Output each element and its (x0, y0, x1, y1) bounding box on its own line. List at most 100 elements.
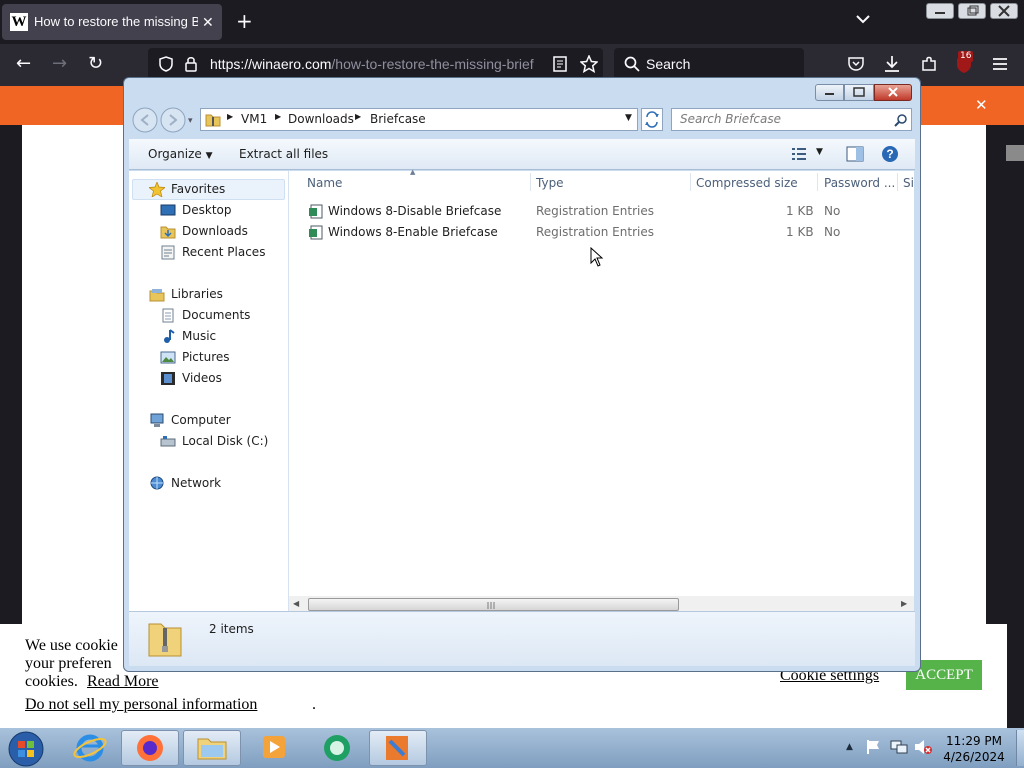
close-window-button[interactable] (990, 3, 1018, 19)
taskbar-internet-explorer[interactable] (61, 730, 119, 766)
reader-view-icon[interactable] (553, 56, 567, 72)
extensions-puzzle-icon[interactable] (920, 55, 938, 73)
url-path: /how-to-restore-the-missing-brief (331, 56, 534, 72)
view-options-icon[interactable] (791, 147, 807, 161)
breadcrumb-arrow-icon[interactable]: ▶ (275, 112, 281, 121)
breadcrumb-vm1[interactable]: VM1 (241, 112, 267, 126)
breadcrumb-downloads[interactable]: Downloads (288, 112, 354, 126)
organize-button[interactable]: Organize ▼ (148, 147, 213, 161)
zip-folder-icon (205, 112, 221, 127)
column-header-size[interactable]: Si (903, 176, 914, 190)
taskbar: ▲ (0, 728, 1024, 768)
address-dropdown-icon[interactable]: ▼ (625, 113, 632, 123)
cookie-text-line-1: We use cookie (25, 637, 118, 654)
column-divider[interactable] (817, 173, 818, 191)
winaero-favicon-icon: W (10, 13, 28, 31)
explorer-maximize-button[interactable] (844, 84, 874, 101)
taskbar-windows-explorer[interactable] (183, 730, 241, 766)
desktop-icon (160, 203, 176, 218)
file-name: Windows 8-Disable Briefcase (328, 204, 502, 218)
column-header-type[interactable]: Type (536, 176, 564, 190)
refresh-button[interactable] (641, 108, 663, 131)
search-briefcase-placeholder: Search Briefcase (680, 112, 781, 126)
file-type: Registration Entries (536, 204, 654, 218)
file-row[interactable]: Windows 8-Enable Briefcase Registration … (306, 222, 906, 243)
file-compressed-size: 1 KB (786, 204, 814, 218)
preview-pane-icon[interactable] (846, 146, 864, 162)
horizontal-scrollbar[interactable]: ◀ ▶ (289, 596, 914, 612)
network-tray-icon[interactable] (890, 739, 908, 755)
explorer-back-icon[interactable] (132, 107, 158, 133)
downloads-icon[interactable] (884, 55, 900, 73)
extension-badge: 16 (958, 51, 974, 62)
computer-icon (149, 413, 165, 428)
recent-pages-chevron-icon[interactable]: ▾ (188, 116, 193, 126)
show-desktop-button[interactable] (1016, 730, 1024, 766)
mouse-cursor-icon (590, 247, 604, 267)
view-dropdown-icon[interactable]: ▼ (816, 147, 823, 157)
taskbar-remote-desktop[interactable] (307, 730, 365, 766)
sort-ascending-icon: ▲ (410, 168, 416, 176)
bookmark-star-icon[interactable] (580, 55, 598, 73)
lock-icon[interactable] (184, 56, 198, 72)
column-header-name[interactable]: Name (307, 176, 342, 190)
music-icon (160, 329, 176, 344)
explorer-minimize-button[interactable] (815, 84, 844, 101)
address-bar[interactable]: ▶ VM1 ▶ Downloads ▶ Briefcase ▼ (200, 108, 638, 131)
new-tab-button[interactable]: + (236, 11, 253, 31)
browser-search-placeholder: Search (646, 56, 691, 72)
list-tabs-chevron-icon[interactable] (856, 14, 870, 24)
file-password: No (824, 225, 841, 239)
reload-icon[interactable]: ↻ (88, 54, 103, 74)
explorer-forward-icon[interactable] (160, 107, 186, 133)
minimize-button[interactable] (926, 3, 954, 19)
explorer-close-button[interactable] (874, 84, 912, 101)
help-icon[interactable]: ? (881, 145, 899, 163)
start-button-icon[interactable] (7, 730, 45, 768)
browser-tab[interactable]: W How to restore the missing Brief ✕ (2, 4, 222, 40)
show-hidden-icons-icon[interactable]: ▲ (846, 742, 853, 752)
back-arrow-icon[interactable]: ← (16, 54, 31, 74)
hamburger-menu-icon[interactable] (992, 57, 1008, 71)
search-briefcase-field[interactable]: Search Briefcase (671, 108, 912, 131)
page-scrollbar-thumb[interactable] (1006, 145, 1024, 161)
svg-text:?: ? (886, 147, 893, 161)
url-bar[interactable]: https://winaero.com/how-to-restore-the-m… (148, 48, 603, 80)
do-not-sell-link[interactable]: Do not sell my personal information (25, 696, 257, 714)
taskbar-media-player[interactable] (245, 730, 303, 766)
browser-tab-bar: W How to restore the missing Brief ✕ + (0, 0, 1024, 44)
column-header-password[interactable]: Password ... (824, 176, 895, 190)
taskbar-firefox[interactable] (121, 730, 179, 766)
url-host: https://winaero.com (210, 56, 332, 72)
cookie-text-line-3: cookies. (25, 673, 78, 690)
system-clock[interactable]: 11:29 PM 4/26/2024 (938, 733, 1010, 765)
tracking-shield-icon[interactable] (158, 56, 174, 72)
scroll-right-icon[interactable]: ▶ (901, 599, 907, 608)
close-header-icon[interactable]: ✕ (975, 96, 988, 114)
column-header-compressed-size[interactable]: Compressed size (696, 176, 798, 190)
command-bar: Organize ▼ Extract all files ▼ ? (129, 139, 915, 170)
action-center-flag-icon[interactable] (866, 739, 882, 755)
read-more-link[interactable]: Read More (87, 673, 159, 691)
close-tab-icon[interactable]: ✕ (202, 14, 214, 31)
restore-button[interactable] (958, 3, 986, 19)
column-divider[interactable] (530, 173, 531, 191)
pocket-icon[interactable] (848, 56, 864, 72)
registry-file-icon (308, 204, 324, 219)
breadcrumb-briefcase[interactable]: Briefcase (370, 112, 426, 126)
scrollbar-thumb[interactable] (308, 598, 679, 611)
file-row[interactable]: Windows 8-Disable Briefcase Registration… (306, 201, 906, 222)
browser-tab-title: How to restore the missing Brief (34, 14, 198, 29)
breadcrumb-arrow-icon[interactable]: ▶ (355, 112, 361, 121)
forward-arrow-icon[interactable]: → (52, 54, 67, 74)
breadcrumb-arrow-icon[interactable]: ▶ (227, 112, 233, 121)
taskbar-paint[interactable] (369, 730, 427, 766)
column-divider[interactable] (690, 173, 691, 191)
column-divider[interactable] (897, 173, 898, 191)
browser-search-box[interactable]: Search (614, 48, 804, 80)
scroll-left-icon[interactable]: ◀ (293, 599, 299, 608)
volume-muted-icon[interactable] (914, 739, 932, 755)
extract-all-files-button[interactable]: Extract all files (239, 147, 328, 161)
search-icon[interactable] (894, 113, 908, 127)
cookie-text-line-2: your preferen (25, 655, 112, 672)
